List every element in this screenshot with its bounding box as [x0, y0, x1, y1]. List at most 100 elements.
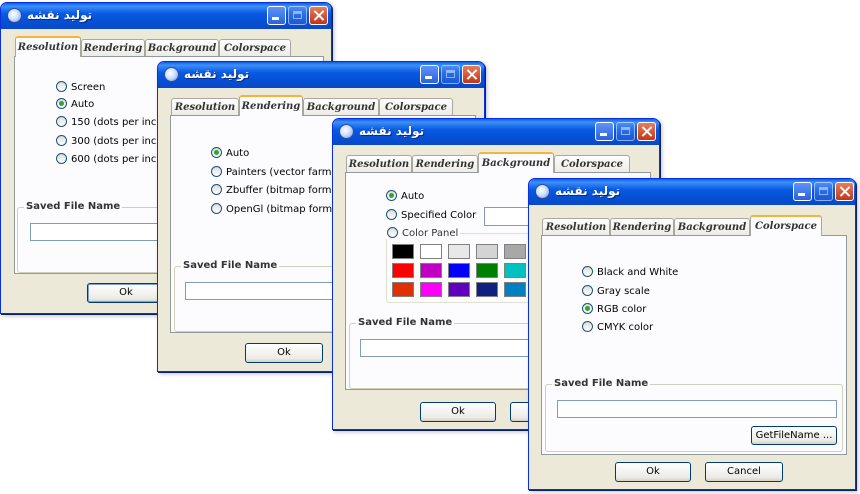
color-swatch[interactable] [476, 244, 498, 259]
color-swatch[interactable] [476, 282, 498, 297]
radio-zbuffer[interactable]: Zbuffer (bitmap format) [211, 184, 345, 198]
close-button[interactable] [462, 65, 481, 84]
radio-auto[interactable]: Auto [386, 190, 424, 204]
minimize-button[interactable] [793, 182, 812, 201]
color-swatch[interactable] [504, 263, 526, 278]
close-button[interactable] [835, 182, 854, 201]
tab-resolution[interactable]: Resolution [15, 36, 81, 57]
radio-300-dpi[interactable]: 300 (dots per inch) [56, 135, 167, 149]
color-swatch[interactable] [392, 263, 414, 278]
tab-colorspace[interactable]: Colorspace [219, 39, 291, 56]
radio-icon [56, 116, 67, 127]
tab-rendering[interactable]: Rendering [81, 39, 145, 56]
tab-rendering[interactable]: Rendering [239, 95, 303, 116]
radio-label: Painters (vector farmat) [226, 167, 346, 178]
cancel-button[interactable]: Cancel [705, 462, 783, 482]
window-title: تولید نقشه [555, 184, 621, 198]
radio-label: 600 (dots per inch) [71, 154, 167, 165]
color-swatch[interactable] [448, 263, 470, 278]
ok-button[interactable]: Ok [615, 462, 691, 482]
tab-colorspace[interactable]: Colorspace [554, 155, 630, 172]
radio-label: OpenGl (bitmap format) [226, 204, 347, 215]
saved-file-label: Saved File Name [356, 317, 455, 328]
radio-opengl[interactable]: OpenGl (bitmap format) [211, 203, 346, 217]
saved-file-label: Saved File Name [552, 378, 651, 389]
color-swatch[interactable] [476, 263, 498, 278]
close-button[interactable] [637, 122, 656, 141]
color-swatch[interactable] [448, 282, 470, 297]
color-panel-label[interactable]: Color Panel [385, 227, 461, 239]
color-swatch[interactable] [448, 244, 470, 259]
radio-150-dpi[interactable]: 150 (dots per inch) [56, 116, 167, 130]
title-bar[interactable]: تولید نقشه [1, 3, 331, 29]
tab-background[interactable]: Background [145, 39, 219, 56]
saved-file-group: Saved File Name GetFileName ... [545, 378, 843, 452]
tab-rendering[interactable]: Rendering [610, 218, 674, 235]
radio-icon [211, 166, 222, 177]
radio-label: 150 (dots per inch) [71, 117, 167, 128]
close-button[interactable] [309, 6, 328, 25]
minimize-button[interactable] [267, 6, 286, 25]
saved-file-input[interactable] [557, 400, 837, 418]
maximize-button[interactable] [814, 182, 833, 201]
color-swatch[interactable] [392, 282, 414, 297]
radio-rgb-color[interactable]: RGB color [582, 303, 646, 317]
color-swatch[interactable] [420, 263, 442, 278]
radio-auto[interactable]: Auto [56, 98, 94, 112]
tab-resolution[interactable]: Resolution [542, 218, 610, 235]
radio-icon [582, 266, 593, 277]
app-icon [164, 67, 179, 82]
color-swatch[interactable] [504, 244, 526, 259]
radio-icon [211, 184, 222, 195]
radio-icon [56, 81, 67, 92]
app-icon [7, 8, 22, 23]
radio-selected-icon [211, 147, 222, 158]
tab-resolution[interactable]: Resolution [171, 98, 239, 115]
window-title: تولید نقشه [27, 8, 93, 22]
radio-icon [211, 203, 222, 214]
ok-button[interactable]: Ok [420, 402, 496, 422]
color-swatch[interactable] [420, 244, 442, 259]
radio-cmyk-color[interactable]: CMYK color [582, 321, 653, 335]
title-bar[interactable]: تولید نقشه [333, 119, 659, 145]
radio-icon [386, 209, 397, 220]
app-icon [535, 184, 550, 199]
dialog-colorspace: تولید نقشه Resolution Rendering Backgrou… [528, 178, 856, 490]
radio-label: Color Panel [402, 228, 459, 239]
tab-resolution[interactable]: Resolution [346, 155, 412, 172]
get-file-name-button[interactable]: GetFileName ... [751, 426, 837, 445]
radio-600-dpi[interactable]: 600 (dots per inch) [56, 153, 167, 167]
color-swatch[interactable] [392, 244, 414, 259]
radio-painters[interactable]: Painters (vector farmat) [211, 166, 345, 180]
tab-background[interactable]: Background [478, 152, 554, 173]
maximize-button[interactable] [288, 6, 307, 25]
minimize-button[interactable] [595, 122, 614, 141]
radio-label: Gray scale [597, 286, 650, 297]
color-swatch[interactable] [420, 282, 442, 297]
radio-screen[interactable]: Screen [56, 81, 105, 95]
radio-black-and-white[interactable]: Black and White [582, 266, 678, 280]
tab-colorspace[interactable]: Colorspace [379, 98, 453, 115]
radio-specified-color[interactable]: Specified Color [386, 209, 476, 223]
tab-colorspace[interactable]: Colorspace [750, 215, 822, 236]
radio-label: 300 (dots per inch) [71, 136, 167, 147]
title-bar[interactable]: تولید نقشه [529, 179, 855, 205]
radio-gray-scale[interactable]: Gray scale [582, 285, 650, 299]
title-bar[interactable]: تولید نقشه [158, 62, 484, 88]
tab-background[interactable]: Background [303, 98, 379, 115]
radio-label: Auto [401, 191, 425, 202]
tab-rendering[interactable]: Rendering [412, 155, 478, 172]
color-swatch[interactable] [504, 282, 526, 297]
radio-selected-icon [386, 190, 397, 201]
ok-button[interactable]: Ok [87, 283, 165, 303]
minimize-button[interactable] [420, 65, 439, 84]
radio-icon [56, 153, 67, 164]
ok-button[interactable]: Ok [245, 343, 323, 363]
tab-background[interactable]: Background [674, 218, 750, 235]
colorspace-panel: Black and White Gray scale RGB color CMY… [541, 235, 847, 455]
radio-label: Auto [226, 148, 250, 159]
window-title: تولید نقشه [359, 124, 425, 138]
radio-auto[interactable]: Auto [211, 147, 249, 161]
maximize-button[interactable] [441, 65, 460, 84]
maximize-button[interactable] [616, 122, 635, 141]
